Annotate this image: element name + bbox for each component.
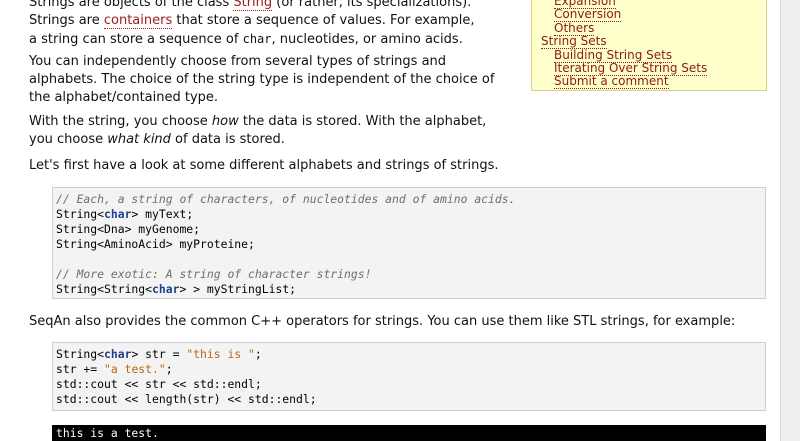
code-line: String<AminoAcid> myProteine;	[56, 237, 255, 251]
code-string-literal: "this is "	[186, 347, 255, 361]
toc-item-conversion[interactable]: Conversion	[541, 7, 758, 23]
paragraph-line: alphabets. The choice of the string type…	[29, 72, 495, 87]
toc-item-others[interactable]: Others	[541, 20, 758, 36]
string-class-link[interactable]: String	[233, 0, 273, 11]
code-comment: // Each, a string of characters, of nucl…	[56, 192, 516, 206]
code-block-alphabets: // Each, a string of characters, of nucl…	[52, 187, 766, 299]
emphasis-what-kind: what kind	[107, 132, 171, 147]
intro-text: , nucleotides, or amino acids.	[271, 32, 463, 47]
emphasis-how: how	[211, 114, 239, 129]
vertical-scrollbar[interactable]	[780, 0, 800, 441]
toc-item-submit-comment[interactable]: Submit a comment	[541, 74, 758, 90]
code-text: > str =	[131, 347, 187, 361]
code-text: ;	[254, 347, 262, 361]
code-text: > myText;	[131, 207, 194, 221]
code-line: String<String<char> > myStringList;	[56, 282, 762, 297]
program-output: this is a test.	[52, 425, 766, 441]
intro-line-1: Strings are objects of the class String …	[29, 0, 475, 12]
code-text: ;	[165, 362, 173, 376]
table-of-contents: Expansion Conversion Others String Sets …	[531, 0, 767, 91]
intro-paragraph: Strings are objects of the class String …	[29, 0, 475, 49]
operators-paragraph: SeqAn also provides the common C++ opera…	[29, 314, 736, 329]
inline-code-char: char	[242, 32, 272, 46]
toc-item-label: Submit a comment	[554, 74, 669, 90]
code-text: > > myStringList;	[179, 282, 297, 296]
paragraph-line: You can independently choose from severa…	[29, 54, 447, 69]
toc-item-building-string-sets[interactable]: Building String Sets	[541, 47, 758, 63]
toc-item-string-sets[interactable]: String Sets	[541, 34, 758, 50]
paragraph-line: With the string, you choose how the data…	[29, 113, 486, 131]
toc-item-iterating-over-string-sets[interactable]: Iterating Over String Sets	[541, 61, 758, 77]
intro-line-2: Strings are containers that store a sequ…	[29, 12, 475, 30]
containers-link[interactable]: containers	[103, 13, 173, 29]
code-text: String<	[56, 347, 105, 361]
code-line: std::cout << length(str) << std::endl;	[56, 392, 317, 406]
code-line: String<char> myText;	[56, 207, 762, 222]
paragraph-text: of data is stored.	[170, 132, 285, 147]
paragraph-text: With the string, you choose	[29, 114, 212, 129]
code-line: String<char> str = "this is ";	[56, 347, 762, 362]
code-keyword: char	[152, 282, 180, 296]
first-look-paragraph: Let's first have a look at some differen…	[29, 158, 499, 173]
code-block-operators: String<char> str = "this is "; str += "a…	[52, 342, 766, 411]
code-keyword: char	[104, 207, 132, 221]
paragraph-text: the data is stored. With the alphabet,	[238, 114, 487, 129]
code-string-literal: "a test."	[104, 362, 166, 376]
how-what-paragraph: With the string, you choose how the data…	[29, 113, 486, 149]
code-keyword: char	[104, 347, 132, 361]
intro-text: a string can store a sequence of	[29, 32, 243, 47]
code-text: String<String<	[56, 282, 153, 296]
code-line: std::cout << str << std::endl;	[56, 377, 262, 391]
intro-text: Strings are objects of the class	[29, 0, 234, 10]
string-types-paragraph: You can independently choose from severa…	[29, 53, 494, 107]
code-line: String<Dna> myGenome;	[56, 222, 201, 236]
paragraph-line: you choose what kind of data is stored.	[29, 131, 486, 149]
toc-item-label: String Sets	[541, 34, 607, 50]
intro-text: Strings are	[29, 13, 104, 28]
code-comment: // More exotic: A string of character st…	[56, 267, 372, 281]
code-text: str +=	[56, 362, 105, 376]
code-line: str += "a test.";	[56, 362, 762, 377]
tutorial-page: Strings are objects of the class String …	[0, 0, 780, 441]
intro-text: (or rather, its specializations).	[272, 0, 472, 10]
paragraph-line: the alphabet/contained type.	[29, 90, 219, 105]
intro-text: that store a sequence of values. For exa…	[172, 13, 475, 28]
code-text: String<	[56, 207, 105, 221]
intro-line-3: a string can store a sequence of char, n…	[29, 30, 475, 49]
paragraph-text: you choose	[29, 132, 108, 147]
